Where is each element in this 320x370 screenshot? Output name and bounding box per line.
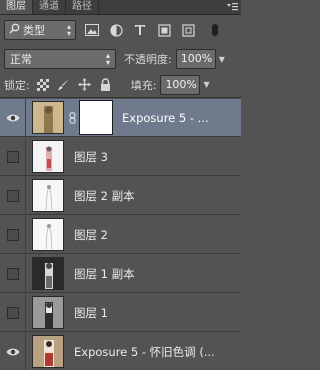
layer-filter-row: 类型 ▴ ▾ [0, 16, 241, 44]
layer-thumbnail[interactable] [32, 296, 64, 329]
panel-tab-bar: 图层 通道 路径 [0, 0, 241, 15]
blend-row: 正常 ▴ ▾ 不透明度: 100% ▼ [0, 46, 241, 72]
visibility-toggle[interactable] [0, 177, 26, 214]
visibility-toggle[interactable] [0, 294, 26, 331]
select-arrows-icon: ▴ ▾ [66, 22, 71, 38]
opacity-input[interactable]: 100% [175, 49, 216, 69]
layer-row[interactable]: Exposure 5 - ... [0, 99, 241, 137]
lock-position-icon[interactable] [78, 78, 92, 92]
visibility-off-box [6, 189, 19, 202]
search-icon [9, 23, 20, 37]
shape-filter-icon[interactable] [156, 22, 172, 38]
layer-name[interactable]: 图层 1 [74, 305, 108, 321]
layer-name[interactable]: Exposure 5 - ... [122, 111, 209, 125]
type-filter-icon[interactable] [132, 22, 148, 38]
layer-thumbnail[interactable] [32, 140, 64, 173]
image-filter-icon[interactable] [84, 22, 100, 38]
layer-row[interactable]: Exposure 5 - 怀旧色调 (... [0, 333, 241, 370]
visibility-toggle[interactable] [0, 333, 26, 370]
visibility-off-box [6, 150, 19, 163]
layer-row[interactable]: 图层 1 [0, 294, 241, 332]
panel-menu-icon[interactable] [223, 0, 241, 14]
layer-mask-thumbnail[interactable] [79, 100, 113, 135]
visibility-toggle[interactable] [0, 216, 26, 253]
layer-row[interactable]: 图层 2 副本 [0, 177, 241, 215]
tab-channels[interactable]: 通道 [33, 0, 66, 14]
opacity-label: 不透明度: [124, 53, 172, 66]
lock-image-icon[interactable] [57, 78, 71, 92]
visibility-toggle[interactable] [0, 99, 26, 136]
lock-row: 锁定: 填充: 100% ▼ [0, 72, 241, 98]
mask-link-icon[interactable] [67, 111, 77, 124]
smart-object-filter-icon[interactable] [180, 22, 196, 38]
layer-thumbnail[interactable] [32, 257, 64, 290]
blend-mode-select[interactable]: 正常 ▴ ▾ [4, 49, 116, 69]
layer-name[interactable]: 图层 1 副本 [74, 266, 135, 282]
filter-toggle-switch[interactable] [210, 22, 220, 38]
eye-icon [6, 113, 20, 123]
visibility-off-box [6, 306, 19, 319]
layer-row[interactable]: 图层 3 [0, 138, 241, 176]
select-arrows-icon: ▴ ▾ [105, 51, 110, 67]
visibility-off-box [6, 228, 19, 241]
layer-thumbnail[interactable] [32, 179, 64, 212]
layer-thumbnail[interactable] [32, 335, 64, 368]
tab-paths[interactable]: 路径 [66, 0, 99, 14]
lock-transparent-icon[interactable] [36, 78, 50, 92]
layer-row[interactable]: 图层 2 [0, 216, 241, 254]
layer-thumbnail[interactable] [32, 101, 64, 134]
visibility-toggle[interactable] [0, 138, 26, 175]
layers-list: Exposure 5 - ... 图层 3 图层 2 副本 图层 2 图层 1 … [0, 99, 241, 370]
tab-layers[interactable]: 图层 [0, 0, 33, 14]
fill-label: 填充: [130, 78, 157, 92]
adjustment-filter-icon[interactable] [108, 22, 124, 38]
visibility-toggle[interactable] [0, 255, 26, 292]
blend-mode-value: 正常 [10, 53, 32, 66]
layer-name[interactable]: 图层 3 [74, 149, 108, 165]
visibility-off-box [6, 267, 19, 280]
layer-name[interactable]: 图层 2 副本 [74, 188, 135, 204]
layer-name[interactable]: Exposure 5 - 怀旧色调 (... [74, 344, 215, 360]
fill-input[interactable]: 100% [160, 74, 201, 95]
fill-dropdown-icon[interactable]: ▼ [203, 80, 209, 89]
layer-name[interactable]: 图层 2 [74, 227, 108, 243]
lock-label: 锁定: [4, 78, 30, 92]
lock-all-icon[interactable] [99, 78, 113, 92]
filter-kind-label: 类型 [23, 24, 45, 37]
layer-row[interactable]: 图层 1 副本 [0, 255, 241, 293]
layer-thumbnail[interactable] [32, 218, 64, 251]
filter-kind-select[interactable]: 类型 ▴ ▾ [4, 20, 76, 40]
eye-icon [6, 347, 20, 357]
opacity-dropdown-icon[interactable]: ▼ [219, 55, 225, 64]
